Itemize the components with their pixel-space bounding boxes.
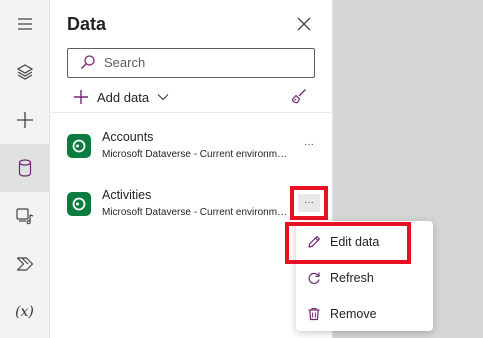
search-icon bbox=[80, 54, 96, 75]
data-source-name: Activities bbox=[102, 188, 152, 202]
edit-data-highlight bbox=[285, 222, 411, 264]
layers-icon[interactable] bbox=[0, 48, 49, 96]
search-input[interactable] bbox=[104, 52, 304, 72]
add-icon bbox=[73, 89, 89, 105]
search-box bbox=[67, 48, 315, 78]
menu-item-label: Refresh bbox=[330, 271, 374, 285]
close-icon[interactable] bbox=[294, 14, 314, 34]
more-options-button-highlight[interactable]: ··· bbox=[290, 186, 328, 220]
data-source-name: Accounts bbox=[102, 130, 154, 144]
menu-item-label: Remove bbox=[330, 307, 377, 321]
more-options-icon[interactable]: ··· bbox=[302, 140, 316, 154]
more-options-icon[interactable]: ··· bbox=[298, 194, 320, 212]
data-source-item[interactable]: Accounts Microsoft Dataverse - Current e… bbox=[50, 128, 332, 178]
database-icon[interactable] bbox=[0, 144, 49, 192]
variables-icon[interactable]: (x) bbox=[0, 288, 49, 336]
dataverse-logo-icon bbox=[67, 192, 91, 216]
data-source-subtitle: Microsoft Dataverse - Current environmen… bbox=[102, 207, 288, 218]
data-panel: Data Add data Accounts Microsoft Dataver… bbox=[50, 0, 333, 338]
trash-icon bbox=[306, 306, 322, 322]
dataverse-logo-icon bbox=[67, 134, 91, 158]
add-data-button[interactable]: Add data bbox=[73, 86, 169, 108]
panel-title: Data bbox=[67, 14, 107, 34]
menu-item-refresh[interactable]: Refresh bbox=[296, 260, 433, 296]
refresh-icon bbox=[306, 270, 322, 286]
broom-icon[interactable] bbox=[289, 86, 309, 106]
power-automate-icon[interactable] bbox=[0, 240, 49, 288]
plus-icon[interactable] bbox=[0, 96, 49, 144]
left-rail: (x) bbox=[0, 0, 50, 338]
chevron-down-icon bbox=[157, 93, 169, 101]
add-data-label: Add data bbox=[97, 89, 150, 105]
variables-label: (x) bbox=[15, 304, 34, 320]
menu-item-remove[interactable]: Remove bbox=[296, 296, 433, 332]
divider bbox=[50, 112, 332, 113]
data-source-subtitle: Microsoft Dataverse - Current environmen… bbox=[102, 149, 288, 160]
hamburger-menu-icon[interactable] bbox=[0, 0, 49, 48]
media-icon[interactable] bbox=[0, 192, 49, 240]
